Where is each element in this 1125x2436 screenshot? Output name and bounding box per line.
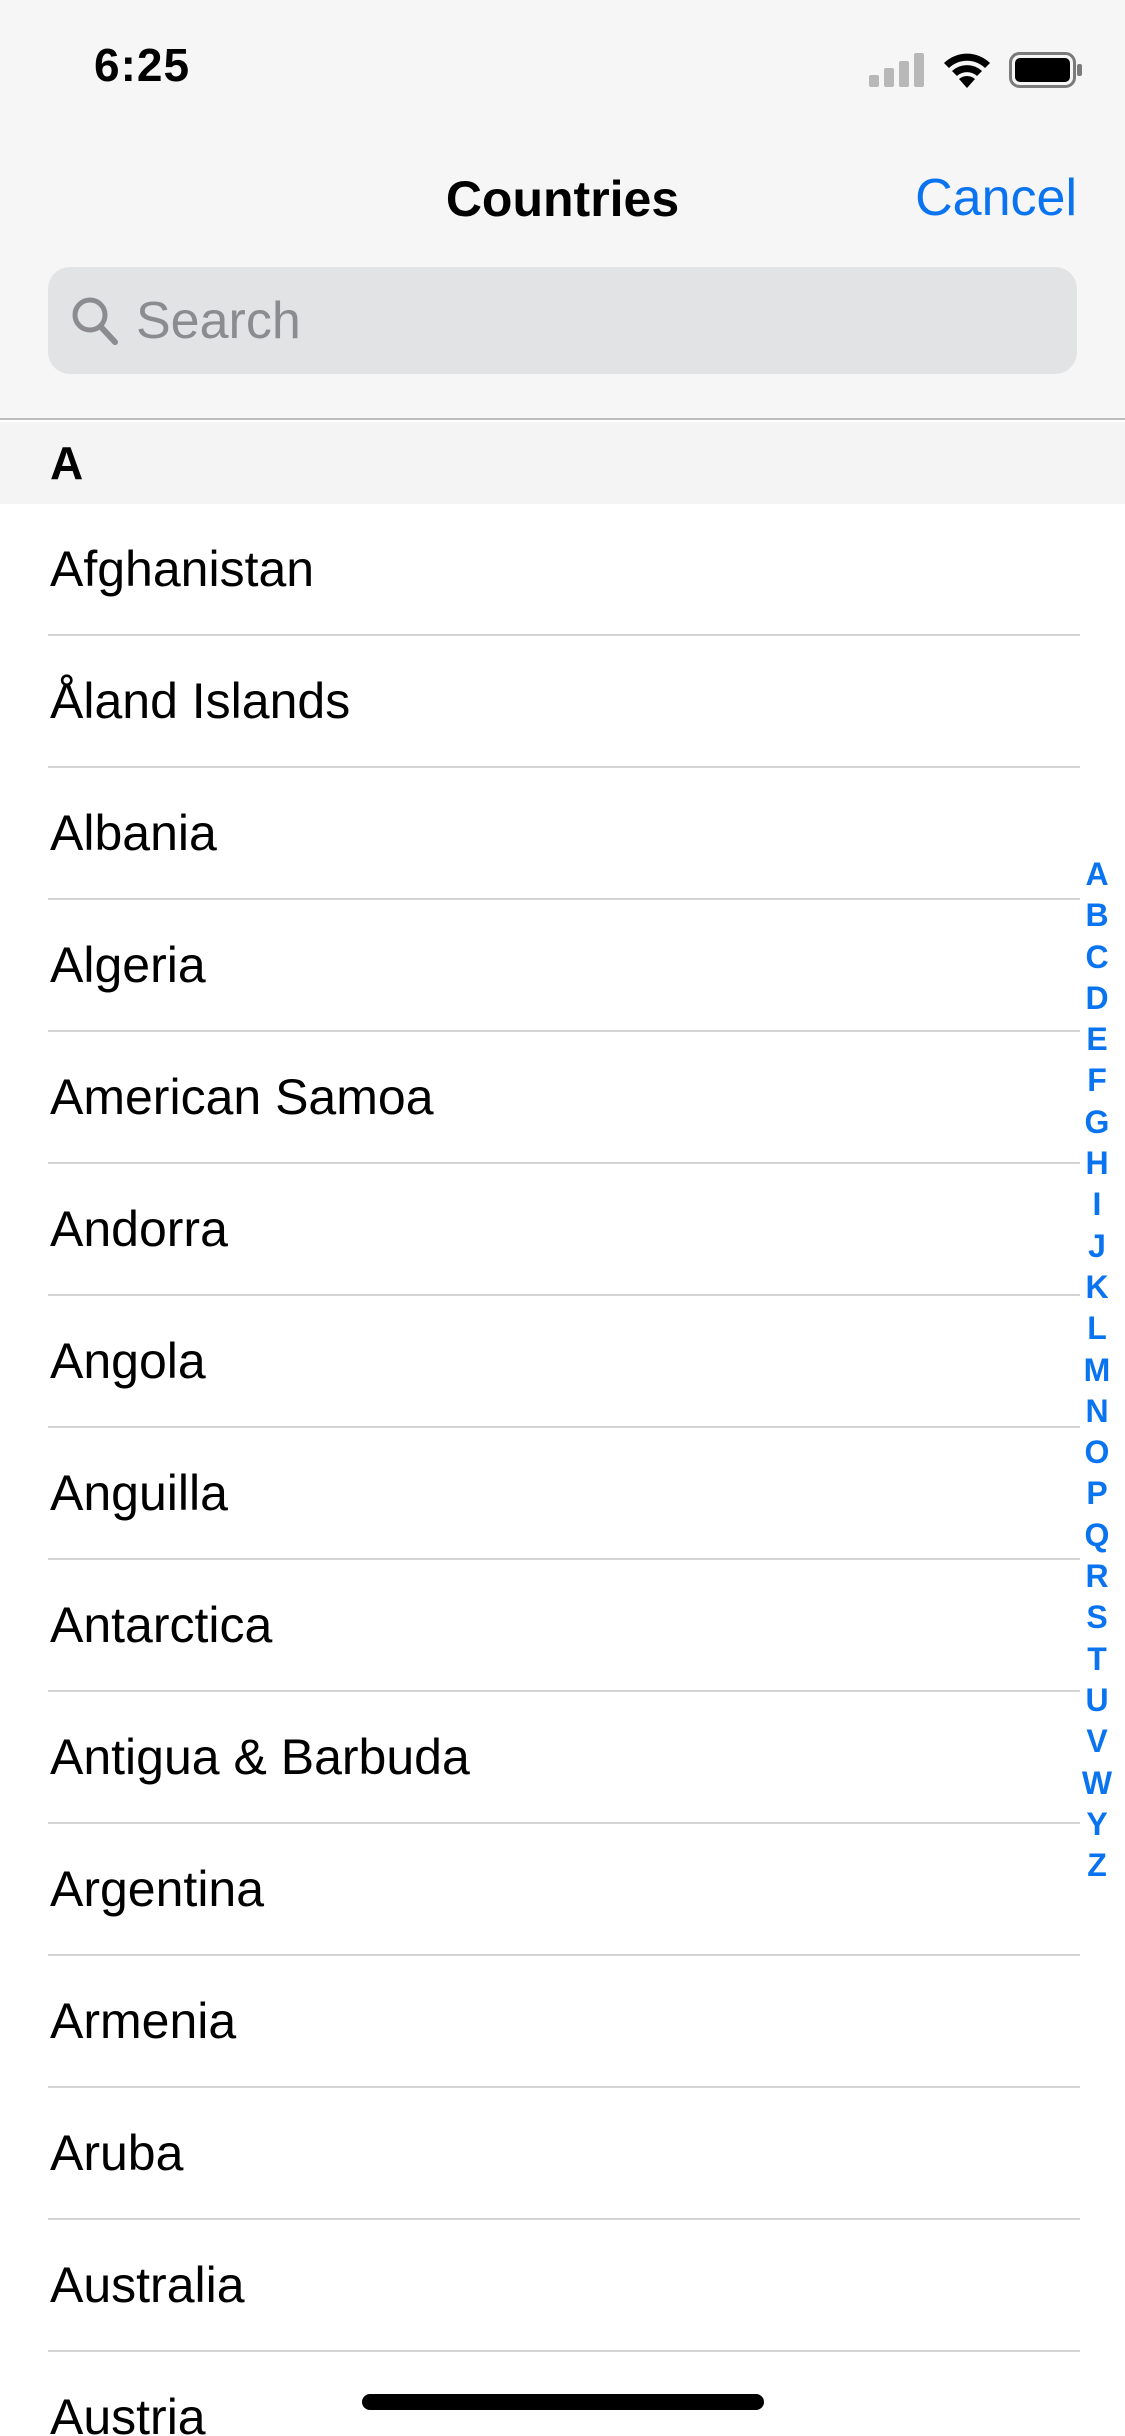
index-letter[interactable]: C xyxy=(1085,937,1108,978)
country-row[interactable]: Aruba xyxy=(0,2088,1125,2220)
cellular-signal-icon xyxy=(869,53,924,87)
index-letter[interactable]: K xyxy=(1085,1267,1108,1308)
index-letter[interactable]: A xyxy=(1085,854,1108,895)
index-letter[interactable]: T xyxy=(1087,1639,1107,1680)
status-icons xyxy=(869,50,1083,90)
country-name: Åland Islands xyxy=(50,673,351,729)
search-input[interactable]: Search xyxy=(48,267,1077,374)
index-letter[interactable]: E xyxy=(1086,1019,1107,1060)
country-name: Australia xyxy=(50,2257,245,2313)
country-list: Afghanistan Åland Islands Albania Algeri… xyxy=(0,504,1125,2436)
index-letter[interactable]: Z xyxy=(1087,1845,1107,1886)
index-letter[interactable]: U xyxy=(1085,1680,1108,1721)
country-row[interactable]: Albania xyxy=(0,768,1125,900)
index-letter[interactable]: F xyxy=(1087,1060,1107,1101)
index-letter[interactable]: V xyxy=(1086,1721,1107,1762)
country-name: Armenia xyxy=(50,1993,237,2049)
country-name: Antigua & Barbuda xyxy=(50,1729,470,1785)
country-name: Argentina xyxy=(50,1861,265,1917)
index-letter[interactable]: L xyxy=(1087,1308,1107,1349)
country-name: Aruba xyxy=(50,2125,184,2181)
home-indicator[interactable] xyxy=(362,2394,764,2410)
country-name: American Samoa xyxy=(50,1069,434,1125)
country-name: Antarctica xyxy=(50,1597,273,1653)
country-picker-screen: 6:25 Countries Cancel Search A Afghanist… xyxy=(0,0,1125,2436)
index-letter[interactable]: H xyxy=(1085,1143,1108,1184)
country-row[interactable]: Anguilla xyxy=(0,1428,1125,1560)
index-letter[interactable]: I xyxy=(1093,1184,1102,1225)
section-header: A xyxy=(0,422,1125,504)
index-letter[interactable]: N xyxy=(1085,1391,1108,1432)
index-letter[interactable]: Y xyxy=(1086,1804,1107,1845)
index-letter[interactable]: G xyxy=(1085,1102,1110,1143)
header: 6:25 Countries Cancel Search xyxy=(0,0,1125,420)
country-row[interactable]: American Samoa xyxy=(0,1032,1125,1164)
country-name: Albania xyxy=(50,805,217,861)
index-letter[interactable]: D xyxy=(1085,978,1108,1019)
index-letter[interactable]: W xyxy=(1082,1763,1112,1804)
country-row[interactable]: Afghanistan xyxy=(0,504,1125,636)
index-letter[interactable]: J xyxy=(1088,1226,1106,1267)
status-time: 6:25 xyxy=(94,39,191,91)
search-placeholder: Search xyxy=(136,292,301,350)
status-bar: 6:25 xyxy=(0,0,1125,140)
battery-icon xyxy=(1009,52,1082,88)
wifi-icon xyxy=(944,53,990,88)
country-name: Angola xyxy=(50,1333,206,1389)
country-name: Algeria xyxy=(50,937,206,993)
country-name: Anguilla xyxy=(50,1465,228,1521)
index-letter[interactable]: B xyxy=(1085,895,1108,936)
country-row[interactable]: Åland Islands xyxy=(0,636,1125,768)
country-name: Afghanistan xyxy=(50,541,315,597)
index-letter[interactable]: M xyxy=(1084,1350,1111,1391)
section-header-letter: A xyxy=(50,437,84,489)
country-row[interactable]: Antigua & Barbuda xyxy=(0,1692,1125,1824)
country-row[interactable]: Argentina xyxy=(0,1824,1125,1956)
index-letter[interactable]: S xyxy=(1086,1597,1107,1638)
country-row[interactable]: Andorra xyxy=(0,1164,1125,1296)
country-row[interactable]: Angola xyxy=(0,1296,1125,1428)
country-row[interactable]: Australia xyxy=(0,2220,1125,2352)
country-row[interactable]: Antarctica xyxy=(0,1560,1125,1692)
country-row[interactable]: Algeria xyxy=(0,900,1125,1032)
index-letter[interactable]: P xyxy=(1086,1473,1107,1514)
cancel-button[interactable]: Cancel xyxy=(915,168,1077,228)
index-letter[interactable]: Q xyxy=(1085,1515,1110,1556)
index-letter[interactable]: R xyxy=(1085,1556,1108,1597)
search-icon xyxy=(72,297,118,345)
country-name: Austria xyxy=(50,2389,206,2436)
index-letter[interactable]: O xyxy=(1085,1432,1110,1473)
country-row[interactable]: Armenia xyxy=(0,1956,1125,2088)
country-name: Andorra xyxy=(50,1201,228,1257)
section-index[interactable]: A B C D E F G H I J K L M N O P Q R S T … xyxy=(1075,854,1119,1886)
